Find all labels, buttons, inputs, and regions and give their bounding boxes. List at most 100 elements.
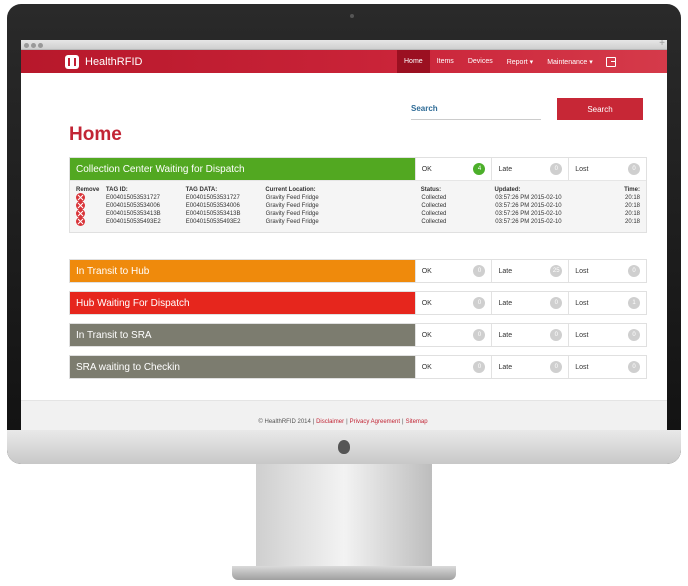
- stat-lost: Lost 1: [568, 292, 646, 314]
- lost-count-badge: 0: [628, 361, 640, 373]
- footer-privacy-link[interactable]: Privacy Agreement: [350, 419, 400, 425]
- col-header-status: Status:: [420, 187, 442, 193]
- nav-report-dropdown[interactable]: Report ▾: [500, 50, 540, 73]
- search-bar: Search: [411, 98, 667, 120]
- stat-label: Late: [498, 363, 513, 371]
- time-cell: 20:18: [625, 211, 641, 217]
- stat-late: Late 0: [491, 292, 568, 314]
- stat-label: Late: [498, 267, 513, 275]
- stat-late: Late 0: [491, 324, 568, 346]
- table-row: E004015053531727 E004015053531727 Gravit…: [76, 192, 641, 202]
- brand-logo[interactable]: HealthRFID: [65, 54, 142, 70]
- late-count-badge: 0: [550, 297, 563, 309]
- tag-id-cell: E004015053534006: [105, 203, 160, 209]
- remove-cell: [76, 216, 106, 228]
- camera-dot: [350, 14, 354, 18]
- panel-title[interactable]: In Transit to SRA: [70, 324, 415, 346]
- stat-ok: OK 0: [414, 292, 492, 314]
- stat-ok: OK 0: [414, 356, 492, 378]
- tag-table: Remove TAG ID: TAG DATA: Current Locatio…: [70, 180, 646, 232]
- panel-header[interactable]: SRA waiting to Checkin OK 0 Late 0 Lost 0: [70, 356, 646, 378]
- updated-cell: 03:57:26 PM 2015-02-10: [495, 203, 562, 209]
- status-cell: Collected: [421, 219, 447, 225]
- nav-maintenance-dropdown[interactable]: Maintenance ▾: [540, 50, 600, 73]
- tag-id-cell: E004015053531727: [105, 195, 160, 201]
- panel-title[interactable]: Collection Center Waiting for Dispatch: [70, 158, 415, 180]
- time-cell: 20:18: [625, 195, 641, 201]
- location-cell: Gravity Feed Fridge: [265, 211, 319, 217]
- stat-label: OK: [421, 331, 432, 339]
- panel-collection-center: Collection Center Waiting for Dispatch O…: [69, 157, 647, 233]
- panel-hub-waiting-for-dispatch: Hub Waiting For Dispatch OK 0 Late 0 Lost 1: [69, 291, 647, 315]
- remove-x-icon[interactable]: [76, 216, 85, 226]
- footer-disclaimer-link[interactable]: Disclaimer: [316, 419, 344, 425]
- browser-titlebar: +: [21, 40, 667, 50]
- nav-menu: Home Items Devices Report ▾ Maintenance …: [397, 50, 616, 73]
- location-cell: Gravity Feed Fridge: [265, 195, 319, 201]
- panel-title[interactable]: In Transit to Hub: [70, 260, 415, 282]
- status-cell: Collected: [421, 203, 447, 209]
- late-count-badge: 0: [550, 163, 563, 175]
- tag-data-cell: E004015053534006: [185, 203, 240, 209]
- logout-icon[interactable]: [605, 56, 616, 67]
- updated-cell: 03:57:26 PM 2015-02-10: [495, 195, 562, 201]
- stat-label: Lost: [575, 331, 589, 339]
- panel-header[interactable]: Hub Waiting For Dispatch OK 0 Late 0 Lost 1: [70, 292, 646, 314]
- stat-label: Late: [498, 165, 513, 173]
- footer-separator: |: [402, 418, 404, 425]
- panel-title[interactable]: SRA waiting to Checkin: [70, 356, 415, 378]
- lost-count-badge: 0: [628, 265, 640, 277]
- stat-late: Late 0: [491, 356, 568, 378]
- ok-count-badge: 0: [473, 361, 486, 373]
- monitor-stand: [256, 464, 432, 574]
- stat-label: OK: [421, 299, 432, 307]
- footer-separator: |: [346, 418, 348, 425]
- stat-label: Late: [498, 299, 513, 307]
- ok-count-badge: 4: [473, 163, 486, 175]
- tag-data-cell: E0040150535493E2: [185, 219, 241, 225]
- stat-label: Lost: [575, 165, 589, 173]
- zoom-window-dot[interactable]: [38, 43, 43, 48]
- status-cell: Collected: [421, 211, 447, 217]
- stat-label: OK: [421, 267, 432, 275]
- late-count-badge: 0: [550, 361, 563, 373]
- table-row: E00401505353413B E00401505353413B Gravit…: [76, 208, 641, 218]
- panel-title[interactable]: Hub Waiting For Dispatch: [70, 292, 415, 314]
- footer-sitemap-link[interactable]: Sitemap: [406, 419, 428, 425]
- stat-lost: Lost 0: [568, 356, 646, 378]
- col-header-tag-id: TAG ID:: [105, 187, 128, 193]
- table-header-row: Remove TAG ID: TAG DATA: Current Locatio…: [76, 186, 640, 194]
- page-title: Home: [69, 124, 122, 145]
- stat-label: Lost: [575, 363, 589, 371]
- stat-lost: Lost 0: [568, 260, 646, 282]
- nav-devices[interactable]: Devices: [461, 50, 500, 73]
- tag-data-cell: E00401505353413B: [185, 211, 241, 217]
- late-count-badge: 0: [550, 329, 563, 341]
- location-cell: Gravity Feed Fridge: [265, 203, 319, 209]
- ok-count-badge: 0: [473, 329, 486, 341]
- stat-ok: OK 4: [414, 158, 492, 180]
- stat-lost: Lost 0: [568, 324, 646, 346]
- health-cross-icon: [65, 55, 79, 69]
- panel-header[interactable]: Collection Center Waiting for Dispatch O…: [70, 158, 646, 180]
- panel-header[interactable]: In Transit to SRA OK 0 Late 0 Lost 0: [70, 324, 646, 346]
- search-button[interactable]: Search: [557, 98, 643, 120]
- updated-cell: 03:57:26 PM 2015-02-10: [495, 211, 562, 217]
- search-input[interactable]: [411, 98, 541, 120]
- col-header-location: Current Location:: [265, 187, 316, 193]
- nav-items[interactable]: Items: [430, 50, 461, 73]
- lost-count-badge: 0: [628, 329, 640, 341]
- close-window-dot[interactable]: [24, 43, 29, 48]
- panel-in-transit-to-hub: In Transit to Hub OK 0 Late 25 Lost 0: [69, 259, 647, 283]
- tag-id-cell: E0040150535493E2: [105, 219, 161, 225]
- nav-home[interactable]: Home: [397, 50, 430, 73]
- col-header-tag-data: TAG DATA:: [185, 187, 218, 193]
- panel-header[interactable]: In Transit to Hub OK 0 Late 25 Lost 0: [70, 260, 646, 282]
- updated-cell: 03:57:26 PM 2015-02-10: [495, 219, 562, 225]
- panel-in-transit-to-sra: In Transit to SRA OK 0 Late 0 Lost 0: [69, 323, 647, 347]
- stat-late: Late 0: [491, 158, 568, 180]
- ok-count-badge: 0: [473, 265, 486, 277]
- minimize-window-dot[interactable]: [31, 43, 36, 48]
- new-tab-plus-icon[interactable]: +: [659, 40, 665, 49]
- table-row: E004015053534006 E004015053534006 Gravit…: [76, 200, 640, 210]
